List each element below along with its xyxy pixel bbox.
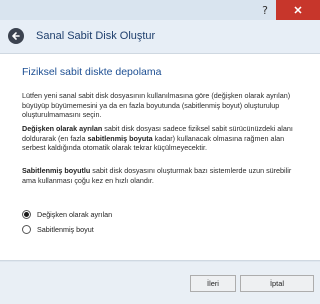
- content-panel: Fiziksel sabit diskte depolama Lütfen ye…: [0, 53, 320, 261]
- wizard-title: Sanal Sabit Disk Oluştur: [36, 30, 156, 42]
- fixed-term: Sabitlenmiş boyutlu: [22, 166, 91, 175]
- back-button[interactable]: [8, 28, 24, 44]
- footer: İleri İptal: [0, 262, 320, 304]
- dynamic-description: Değişken olarak ayrılan sabit disk dosya…: [22, 124, 307, 153]
- radio-fixed-indicator[interactable]: [22, 225, 31, 234]
- next-button[interactable]: İleri: [190, 275, 236, 292]
- close-button[interactable]: ✕: [276, 0, 320, 20]
- radio-dynamic-indicator[interactable]: [22, 210, 31, 219]
- title-bar: ? ✕: [0, 0, 320, 20]
- fixed-description: Sabitlenmiş boyutlu sabit disk dosyasını…: [22, 166, 307, 185]
- radio-fixed[interactable]: Sabitlenmiş boyut: [22, 225, 94, 234]
- help-button[interactable]: ?: [255, 0, 275, 20]
- section-title: Fiziksel sabit diskte depolama: [22, 66, 162, 78]
- radio-fixed-label: Sabitlenmiş boyut: [37, 225, 94, 234]
- intro-paragraph: Lütfen yeni sanal sabit disk dosyasının …: [22, 91, 291, 119]
- radio-dynamic-label: Değişken olarak ayrılan: [37, 210, 113, 219]
- arrow-left-icon: [12, 32, 20, 40]
- dynamic-term: Değişken olarak ayrılan: [22, 124, 103, 133]
- radio-dynamic[interactable]: Değişken olarak ayrılan: [22, 210, 112, 219]
- fixed-size-term: sabitlenmiş boyuta: [87, 133, 153, 143]
- cancel-button[interactable]: İptal: [240, 275, 314, 292]
- wizard-header: Sanal Sabit Disk Oluştur: [0, 20, 320, 53]
